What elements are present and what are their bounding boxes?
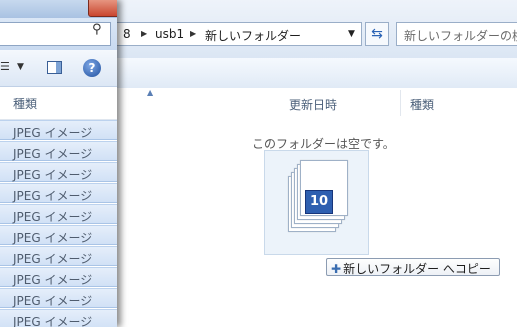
- list-item[interactable]: JPEG イメージ: [0, 141, 117, 161]
- explorer-window-source: ⚲ ☰ ▼ ? 種類 JPEG イメージ JPEG イメージ JPEG イメージ…: [0, 0, 117, 327]
- list-item[interactable]: JPEG イメージ: [0, 309, 117, 327]
- search-input[interactable]: 新しいフォルダーの検: [396, 22, 517, 46]
- plus-icon: ✚: [331, 262, 342, 276]
- refresh-button[interactable]: ⇆: [365, 22, 389, 46]
- copy-tooltip-label: 新しいフォルダー へコピー: [343, 262, 491, 276]
- address-bar[interactable]: 8 ▶ usb1 ▶ 新しいフォルダー: [116, 22, 362, 46]
- chevron-right-icon[interactable]: ▶: [190, 29, 196, 38]
- list-item[interactable]: JPEG イメージ: [0, 267, 117, 287]
- close-button[interactable]: [88, 0, 117, 17]
- media-file-icon: 10: [305, 190, 333, 214]
- column-date-modified[interactable]: 更新日時: [289, 96, 337, 113]
- preview-pane-icon[interactable]: [47, 61, 62, 74]
- refresh-icon: ⇆: [371, 26, 383, 42]
- file-list: JPEG イメージ JPEG イメージ JPEG イメージ JPEG イメージ …: [0, 120, 117, 327]
- list-item[interactable]: JPEG イメージ: [0, 225, 117, 245]
- view-options-icon[interactable]: ☰: [0, 60, 10, 73]
- column-header: 種類: [0, 87, 117, 120]
- column-type[interactable]: 種類: [13, 95, 37, 112]
- column-divider[interactable]: [400, 90, 401, 116]
- list-item[interactable]: JPEG イメージ: [0, 204, 117, 224]
- list-item[interactable]: JPEG イメージ: [0, 120, 117, 140]
- list-item[interactable]: JPEG イメージ: [0, 246, 117, 266]
- title-bar[interactable]: [0, 0, 117, 18]
- path-segment-root[interactable]: 8: [123, 27, 131, 41]
- chevron-down-icon[interactable]: ▼: [17, 62, 24, 72]
- toolbar: ☰ ▼ ?: [0, 50, 117, 87]
- dropdown-arrow-icon[interactable]: ▼: [348, 29, 355, 39]
- search-row: ⚲: [0, 18, 117, 50]
- column-type[interactable]: 種類: [410, 96, 434, 113]
- path-segment-usb1[interactable]: usb1: [155, 27, 184, 41]
- sort-up-icon: ▲: [147, 88, 154, 97]
- help-icon[interactable]: ?: [83, 59, 101, 77]
- copy-tooltip: ✚ 新しいフォルダー へコピー: [326, 258, 500, 276]
- chevron-right-icon[interactable]: ▶: [141, 29, 147, 38]
- search-icon[interactable]: ⚲: [92, 22, 102, 37]
- list-item[interactable]: JPEG イメージ: [0, 183, 117, 203]
- list-item[interactable]: JPEG イメージ: [0, 288, 117, 308]
- path-segment-new-folder[interactable]: 新しいフォルダー: [205, 27, 301, 44]
- list-item[interactable]: JPEG イメージ: [0, 162, 117, 182]
